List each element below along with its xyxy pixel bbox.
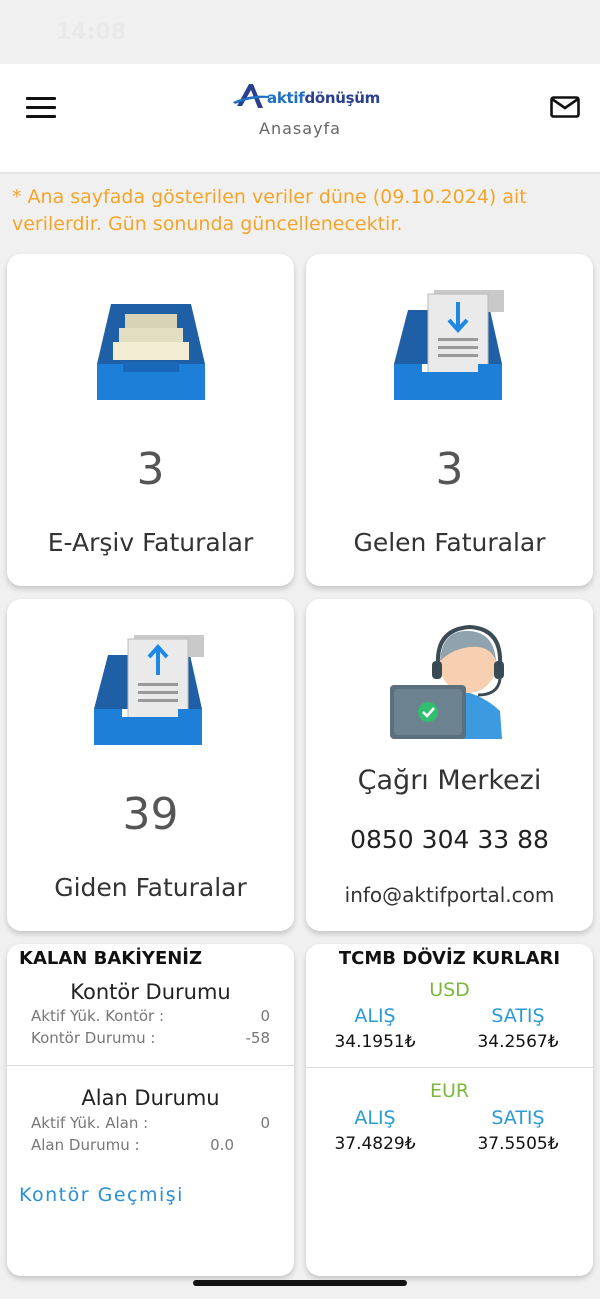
- incoming-invoice-icon: [394, 290, 504, 400]
- tile-label: Giden Faturalar: [54, 873, 247, 902]
- brand-logo: aktifdönüşüm: [233, 82, 380, 112]
- alan-row-label: Aktif Yük. Alan :: [31, 1114, 149, 1132]
- home-indicator[interactable]: [193, 1280, 407, 1286]
- buy-rate: 34.1951₺: [334, 1032, 416, 1052]
- balance-title: KALAN BAKİYENİZ: [19, 948, 203, 969]
- sell-rate: 37.5505₺: [477, 1134, 559, 1154]
- buy-label: ALIŞ: [354, 1005, 396, 1027]
- tile-count: 3: [435, 444, 464, 495]
- kontor-row-value: 0: [260, 1007, 270, 1025]
- support-agent-icon: [390, 624, 504, 739]
- tile-gelen[interactable]: 3 Gelen Faturalar: [306, 254, 593, 586]
- tile-label: E-Arşiv Faturalar: [47, 528, 254, 557]
- brand-text-aktif: aktif: [267, 89, 305, 107]
- divider: [7, 1065, 294, 1066]
- tile-count: 3: [136, 444, 165, 495]
- currency-code: EUR: [429, 1080, 470, 1102]
- sell-label: SATIŞ: [491, 1107, 545, 1129]
- alan-title: Alan Durumu: [81, 1086, 220, 1110]
- app-header: aktifdönüşüm Anasayfa: [0, 64, 600, 174]
- alan-row-label: Alan Durumu :: [31, 1136, 140, 1154]
- kontor-title: Kontör Durumu: [70, 980, 231, 1004]
- fx-rates-card: TCMB DÖVİZ KURLARI USD ALIŞ SATIŞ 34.195…: [306, 944, 593, 1276]
- status-bar: 14:08: [0, 0, 600, 64]
- page-title: Anasayfa: [259, 119, 341, 138]
- alan-row-value: 0.0: [210, 1136, 234, 1154]
- kontor-history-link[interactable]: Kontör Geçmişi: [19, 1184, 184, 1206]
- call-center-card[interactable]: Çağrı Merkezi 0850 304 33 88 info@aktifp…: [306, 599, 593, 931]
- call-center-phone[interactable]: 0850 304 33 88: [306, 825, 593, 854]
- buy-rate: 37.4829₺: [334, 1134, 416, 1154]
- kontor-row-label: Aktif Yük. Kontör :: [31, 1007, 165, 1025]
- status-time: 14:08: [56, 20, 127, 45]
- alan-row-value: 0: [260, 1114, 270, 1132]
- tile-giden[interactable]: 39 Giden Faturalar: [7, 599, 294, 931]
- tile-e-arsiv[interactable]: 3 E-Arşiv Faturalar: [7, 254, 294, 586]
- tile-count: 39: [122, 789, 179, 840]
- call-center-email[interactable]: info@aktifportal.com: [306, 883, 593, 907]
- tile-label: Gelen Faturalar: [353, 528, 546, 557]
- divider: [306, 1067, 593, 1068]
- currency-code: USD: [429, 979, 470, 1001]
- call-center-title: Çağrı Merkezi: [357, 765, 542, 796]
- sell-label: SATIŞ: [491, 1005, 545, 1027]
- data-notice: * Ana sayfada gösterilen veriler düne (0…: [12, 186, 527, 235]
- balance-card: KALAN BAKİYENİZ Kontör Durumu Aktif Yük.…: [7, 944, 294, 1276]
- kontor-row-label: Kontör Durumu :: [31, 1029, 156, 1047]
- hamburger-icon[interactable]: [26, 97, 56, 119]
- mail-icon[interactable]: [550, 96, 580, 118]
- outgoing-invoice-icon: [94, 635, 204, 745]
- archive-tray-icon: [97, 304, 205, 400]
- sell-rate: 34.2567₺: [477, 1032, 559, 1052]
- fx-title: TCMB DÖVİZ KURLARI: [338, 948, 561, 969]
- brand-text-donusum: dönüşüm: [304, 89, 380, 107]
- kontor-row-value: -58: [245, 1029, 271, 1047]
- buy-label: ALIŞ: [354, 1107, 396, 1129]
